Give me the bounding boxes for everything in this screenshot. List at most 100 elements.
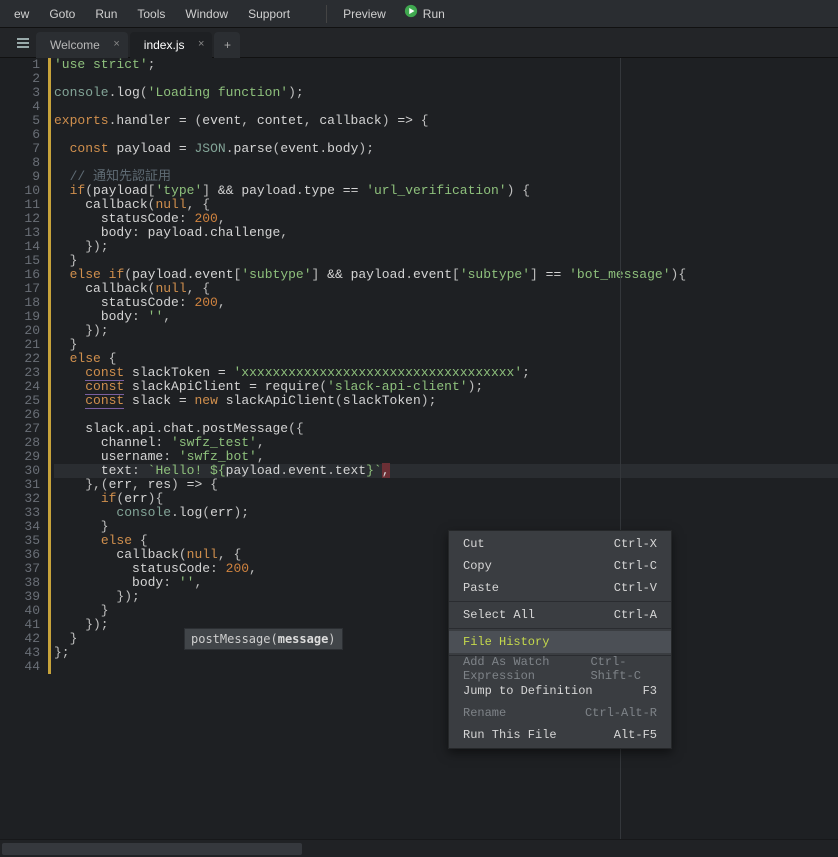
code-line[interactable]: if(payload['type'] && payload.type == 'u… [54, 184, 838, 198]
line-number: 2 [0, 72, 40, 86]
code-line[interactable]: exports.handler = (event, contet, callba… [54, 114, 838, 128]
code-line[interactable]: channel: 'swfz_test', [54, 436, 838, 450]
line-number: 30 [0, 464, 40, 478]
code-line[interactable]: statusCode: 200, [54, 296, 838, 310]
line-number: 40 [0, 604, 40, 618]
code-line[interactable]: text: `Hello! ${payload.event.text}`, [54, 464, 838, 478]
context-menu-separator [449, 628, 671, 629]
context-menu-item[interactable]: Select AllCtrl-A [449, 604, 671, 626]
line-number: 11 [0, 198, 40, 212]
code-line[interactable]: const slackApiClient = require('slack-ap… [54, 380, 838, 394]
tab-index-js[interactable]: index.js × [130, 32, 213, 58]
code-line[interactable]: }; [54, 646, 838, 660]
code-line[interactable]: callback(null, { [54, 282, 838, 296]
line-number: 15 [0, 254, 40, 268]
code-line[interactable]: }); [54, 324, 838, 338]
context-menu-item[interactable]: CutCtrl-X [449, 533, 671, 555]
code-line[interactable] [54, 128, 838, 142]
line-number: 29 [0, 450, 40, 464]
code-line[interactable]: } [54, 520, 838, 534]
code-line[interactable]: 'use strict'; [54, 58, 838, 72]
tabstrip: Welcome × index.js × + [0, 28, 838, 58]
menu-item-view-partial[interactable]: ew [4, 0, 39, 28]
code-line[interactable]: // 通知先認証用 [54, 170, 838, 184]
code-line[interactable]: else { [54, 534, 838, 548]
line-number: 3 [0, 86, 40, 100]
code-line[interactable]: },(err, res) => { [54, 478, 838, 492]
code-line[interactable]: statusCode: 200, [54, 562, 838, 576]
context-menu-item-label: Paste [463, 581, 499, 595]
menu-item-goto[interactable]: Goto [39, 0, 85, 28]
code-line[interactable]: callback(null, { [54, 198, 838, 212]
change-marker [48, 58, 51, 674]
line-number: 34 [0, 520, 40, 534]
new-tab-button[interactable]: + [214, 32, 240, 58]
code-line[interactable]: const payload = JSON.parse(event.body); [54, 142, 838, 156]
code-line[interactable]: if(err){ [54, 492, 838, 506]
code-line[interactable]: const slackToken = 'xxxxxxxxxxxxxxxxxxxx… [54, 366, 838, 380]
tab-list-icon[interactable] [10, 28, 36, 57]
play-icon [404, 0, 418, 28]
menu-item-run[interactable]: Run [85, 0, 127, 28]
line-number: 17 [0, 282, 40, 296]
line-number: 38 [0, 576, 40, 590]
code-line[interactable]: } [54, 254, 838, 268]
menu-item-support[interactable]: Support [238, 0, 300, 28]
code-line[interactable] [54, 408, 838, 422]
scrollbar-thumb[interactable] [2, 843, 302, 855]
line-number: 14 [0, 240, 40, 254]
context-menu-item-shortcut: F3 [643, 684, 657, 698]
code-line[interactable]: }); [54, 618, 838, 632]
code-line[interactable]: body: '', [54, 310, 838, 324]
code-line[interactable]: callback(null, { [54, 548, 838, 562]
code-line[interactable]: }); [54, 240, 838, 254]
code-line[interactable]: username: 'swfz_bot', [54, 450, 838, 464]
line-number: 24 [0, 380, 40, 394]
code-line[interactable]: else if(payload.event['subtype'] && payl… [54, 268, 838, 282]
context-menu-item[interactable]: Jump to DefinitionF3 [449, 680, 671, 702]
code-line[interactable]: body: payload.challenge, [54, 226, 838, 240]
horizontal-scrollbar[interactable] [0, 839, 838, 857]
code-line[interactable] [54, 156, 838, 170]
code-area[interactable]: 'use strict'; console.log('Loading functi… [48, 58, 838, 857]
code-line[interactable] [54, 100, 838, 114]
code-line[interactable]: } [54, 338, 838, 352]
menu-item-window[interactable]: Window [175, 0, 238, 28]
line-number: 39 [0, 590, 40, 604]
code-line[interactable]: } [54, 604, 838, 618]
run-button[interactable]: Run [396, 0, 453, 28]
code-line[interactable] [54, 660, 838, 674]
line-number: 13 [0, 226, 40, 240]
close-icon[interactable]: × [198, 38, 204, 50]
context-menu-item[interactable]: File History [449, 631, 671, 653]
code-line[interactable]: statusCode: 200, [54, 212, 838, 226]
hint-fn: postMessage [191, 632, 270, 646]
code-line[interactable]: else { [54, 352, 838, 366]
hint-arg: message [278, 632, 329, 646]
context-menu-item-label: Select All [463, 608, 535, 622]
code-editor[interactable]: 1234567891011121314151617181920212223242… [0, 58, 838, 857]
signature-hint: postMessage(message) [184, 628, 343, 650]
code-line[interactable] [54, 72, 838, 86]
line-number: 23 [0, 366, 40, 380]
code-line[interactable]: const slack = new slackApiClient(slackTo… [54, 394, 838, 408]
context-menu-item-label: Rename [463, 706, 506, 720]
preview-button[interactable]: Preview [333, 0, 396, 28]
menubar-divider [326, 5, 327, 23]
code-line[interactable]: body: '', [54, 576, 838, 590]
context-menu-separator [449, 601, 671, 602]
line-number: 35 [0, 534, 40, 548]
code-line[interactable]: } [54, 632, 838, 646]
menu-item-tools[interactable]: Tools [127, 0, 175, 28]
context-menu-item[interactable]: Run This FileAlt-F5 [449, 724, 671, 746]
code-line[interactable]: slack.api.chat.postMessage({ [54, 422, 838, 436]
tab-welcome[interactable]: Welcome × [36, 32, 128, 58]
code-line[interactable]: console.log(err); [54, 506, 838, 520]
context-menu-item-label: Copy [463, 559, 492, 573]
context-menu-item[interactable]: PasteCtrl-V [449, 577, 671, 599]
line-number: 42 [0, 632, 40, 646]
code-line[interactable]: console.log('Loading function'); [54, 86, 838, 100]
context-menu-item[interactable]: CopyCtrl-C [449, 555, 671, 577]
code-line[interactable]: }); [54, 590, 838, 604]
close-icon[interactable]: × [113, 38, 119, 50]
